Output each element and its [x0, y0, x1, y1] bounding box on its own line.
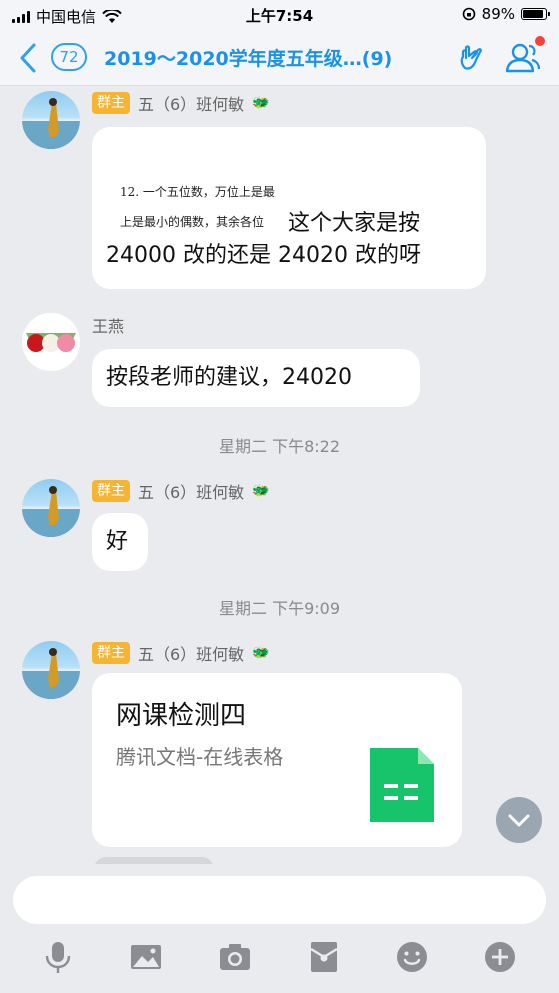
group-title-text: 2019～2020学年度五年级… [104, 48, 362, 70]
partial-message [94, 857, 214, 864]
message-meta: 群主 五（6）班何敏 🐲 [92, 641, 270, 665]
level-icon: 🐲 [252, 95, 270, 111]
owner-badge: 群主 [92, 642, 130, 664]
chevron-down-icon [508, 814, 530, 827]
notification-dot [535, 36, 545, 46]
message-bubble[interactable]: 按段老师的建议，24020 [92, 349, 420, 407]
sender-name[interactable]: 五（6）班何敏 [138, 479, 244, 503]
owner-badge: 群主 [92, 92, 130, 114]
message-bubble[interactable]: 好 [92, 513, 148, 571]
avatar-photo [22, 486, 80, 537]
status-bar: 中国电信 上午7:54 89% [0, 0, 559, 30]
level-icon: 🐲 [252, 645, 270, 661]
avatar-photo [22, 313, 80, 371]
status-right: 89% [462, 5, 550, 23]
sender-name[interactable]: 五（6）班何敏 [138, 641, 244, 665]
unread-count-badge[interactable]: 72 [51, 43, 87, 71]
document-subtitle: 腾讯文档-在线表格 [116, 745, 284, 769]
avatar[interactable] [22, 313, 80, 371]
battery-icon [521, 8, 550, 20]
input-area [0, 864, 559, 993]
document-card[interactable]: 网课检测四 腾讯文档-在线表格 [92, 673, 462, 847]
message-text: 按段老师的建议，24020 [106, 365, 352, 390]
message-meta: 群主 五（6）班何敏 🐲 [92, 91, 270, 115]
message-meta: 群主 五（6）班何敏 🐲 [92, 479, 270, 503]
battery-level [523, 10, 543, 18]
avatar-photo [22, 648, 80, 699]
message-bubble[interactable]: 12. 一个五位数，万位上是最 上是最小的偶数，其余各位 这个大家是按 2400… [92, 127, 486, 289]
avatar[interactable] [22, 479, 80, 537]
message-text: 好 [106, 529, 129, 554]
image-icon[interactable] [128, 939, 164, 975]
avatar[interactable] [22, 641, 80, 699]
document-title: 网课检测四 [116, 701, 247, 731]
camera-icon[interactable] [217, 939, 253, 975]
message-text-line: 24000 改的还是 24020 改的呀 [106, 243, 421, 268]
orientation-lock-icon [462, 7, 475, 21]
message-meta: 王燕 [92, 313, 124, 337]
battery-percent: 89% [481, 5, 515, 23]
message-input[interactable] [13, 876, 546, 924]
emoji-icon[interactable] [394, 939, 430, 975]
level-icon: 🐲 [252, 483, 270, 499]
sender-name[interactable]: 王燕 [92, 313, 124, 337]
quoted-image[interactable]: 12. 一个五位数，万位上是最 上是最小的偶数，其余各位 [106, 163, 290, 229]
group-title[interactable]: 2019～2020学年度五年级…(9) [104, 44, 444, 71]
spreadsheet-icon [370, 748, 434, 822]
avatar[interactable] [22, 91, 80, 149]
back-icon[interactable] [14, 40, 44, 76]
red-packet-icon[interactable] [306, 939, 342, 975]
sender-name[interactable]: 五（6）班何敏 [138, 91, 244, 115]
scroll-to-bottom-button[interactable] [496, 797, 542, 843]
time-separator: 星期二 下午8:22 [218, 437, 341, 456]
group-member-count: (9) [361, 48, 393, 70]
chat-header: 72 2019～2020学年度五年级…(9) [0, 30, 559, 86]
group-members-icon[interactable] [502, 40, 542, 76]
time-separator: 星期二 下午9:09 [218, 599, 341, 618]
quoted-line: 上是最小的偶数，其余各位 [120, 215, 265, 229]
microphone-icon[interactable] [40, 939, 76, 975]
chat-history[interactable]: 群主 五（6）班何敏 🐲 12. 一个五位数，万位上是最 上是最小的偶数，其余各… [0, 87, 559, 864]
avatar-photo [22, 98, 80, 149]
hand-gesture-icon[interactable] [456, 42, 488, 74]
plus-icon[interactable] [482, 939, 518, 975]
owner-badge: 群主 [92, 480, 130, 502]
